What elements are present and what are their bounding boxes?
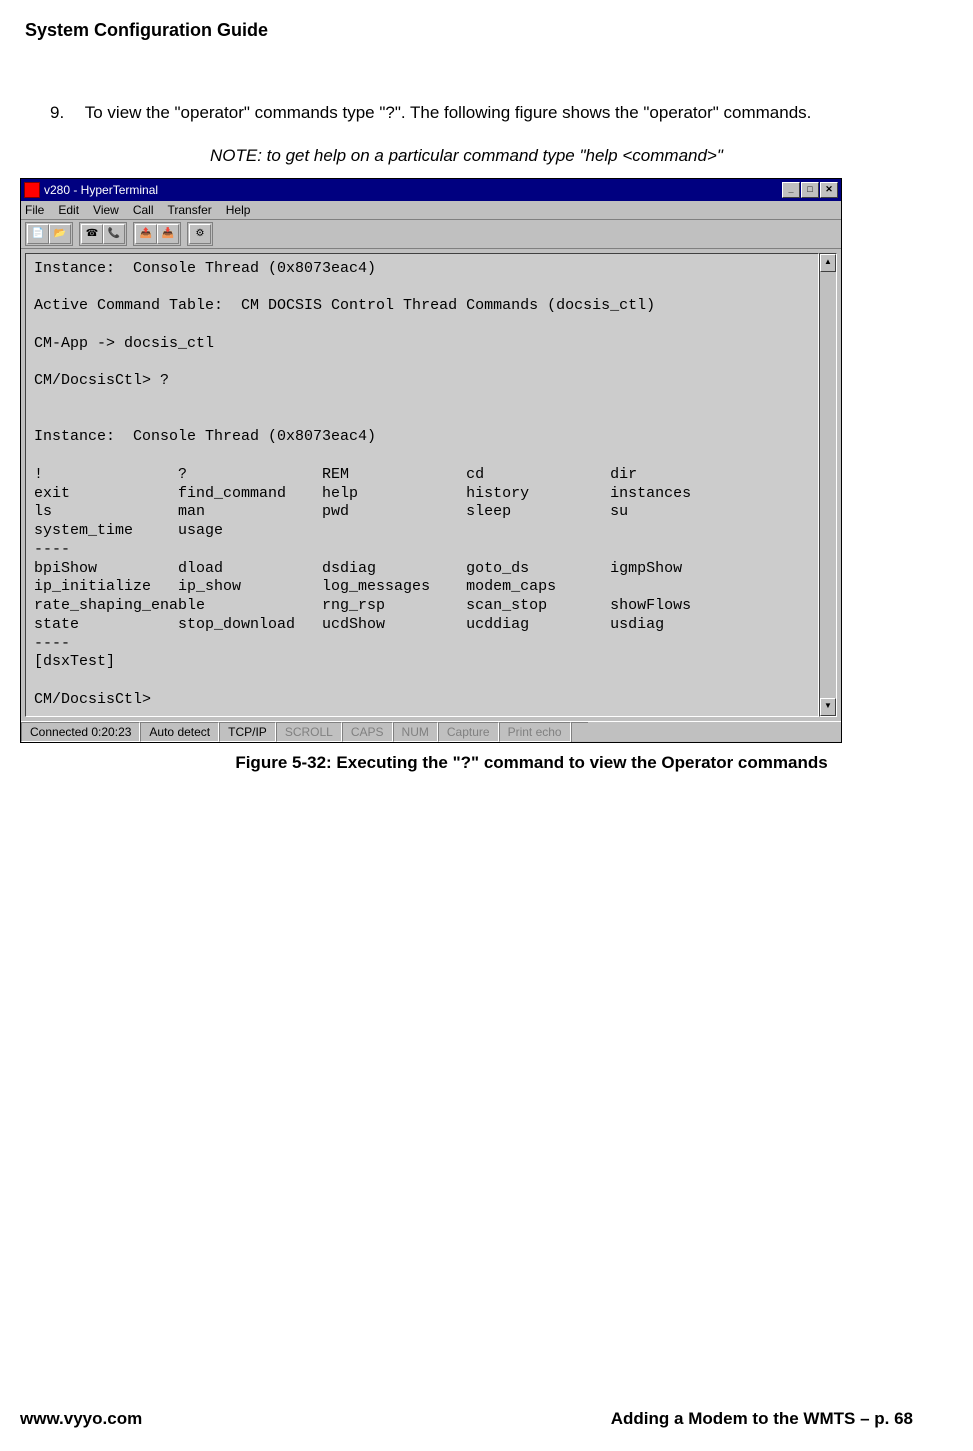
status-detect: Auto detect (140, 722, 219, 742)
window-title: v280 - HyperTerminal (44, 183, 158, 197)
menu-edit[interactable]: Edit (58, 203, 79, 217)
status-connected: Connected 0:20:23 (21, 722, 140, 742)
footer-left: www.vyyo.com (20, 1409, 142, 1429)
window-titlebar: v280 - HyperTerminal _ □ ✕ (21, 179, 841, 201)
hyperterminal-window: v280 - HyperTerminal _ □ ✕ File Edit Vie… (20, 178, 842, 743)
status-scroll: SCROLL (276, 722, 342, 742)
status-echo: Print echo (499, 722, 571, 742)
close-button[interactable]: ✕ (820, 182, 838, 198)
toolbar-open-icon[interactable]: 📂 (49, 224, 71, 244)
scroll-down-icon[interactable]: ▼ (820, 698, 836, 716)
toolbar-new-icon[interactable]: 📄 (27, 224, 49, 244)
toolbar-properties-icon[interactable]: ⚙ (189, 224, 211, 244)
window-controls: _ □ ✕ (782, 182, 838, 198)
app-icon (24, 182, 40, 198)
menu-call[interactable]: Call (133, 203, 154, 217)
menubar: File Edit View Call Transfer Help (21, 201, 841, 220)
vertical-scrollbar[interactable]: ▲ ▼ (819, 253, 837, 717)
status-capture: Capture (438, 722, 499, 742)
toolbar-call-icon[interactable]: ☎ (81, 224, 103, 244)
page-header: System Configuration Guide (25, 20, 913, 41)
menu-transfer[interactable]: Transfer (168, 203, 212, 217)
resize-grip-icon[interactable] (571, 722, 588, 742)
step-number: 9. (50, 101, 80, 125)
footer-right: Adding a Modem to the WMTS – p. 68 (611, 1409, 913, 1429)
toolbar-hangup-icon[interactable]: 📞 (103, 224, 125, 244)
menu-view[interactable]: View (93, 203, 119, 217)
step-note: NOTE: to get help on a particular comman… (210, 145, 763, 168)
status-protocol: TCP/IP (219, 722, 276, 742)
minimize-button[interactable]: _ (782, 182, 800, 198)
step-text: To view the "operator" commands type "?"… (85, 101, 858, 125)
status-num: NUM (393, 722, 438, 742)
status-caps: CAPS (342, 722, 393, 742)
page-footer: www.vyyo.com Adding a Modem to the WMTS … (20, 1409, 913, 1429)
figure-caption: Figure 5-32: Executing the "?" command t… (150, 753, 913, 773)
toolbar: 📄 📂 ☎ 📞 📤 📥 ⚙ (21, 220, 841, 249)
scroll-up-icon[interactable]: ▲ (820, 254, 836, 272)
step-9: 9. To view the "operator" commands type … (50, 101, 863, 125)
statusbar: Connected 0:20:23 Auto detect TCP/IP SCR… (21, 721, 841, 742)
menu-file[interactable]: File (25, 203, 44, 217)
maximize-button[interactable]: □ (801, 182, 819, 198)
toolbar-send-icon[interactable]: 📤 (135, 224, 157, 244)
terminal-output[interactable]: Instance: Console Thread (0x8073eac4) Ac… (25, 253, 819, 717)
menu-help[interactable]: Help (226, 203, 251, 217)
toolbar-receive-icon[interactable]: 📥 (157, 224, 179, 244)
